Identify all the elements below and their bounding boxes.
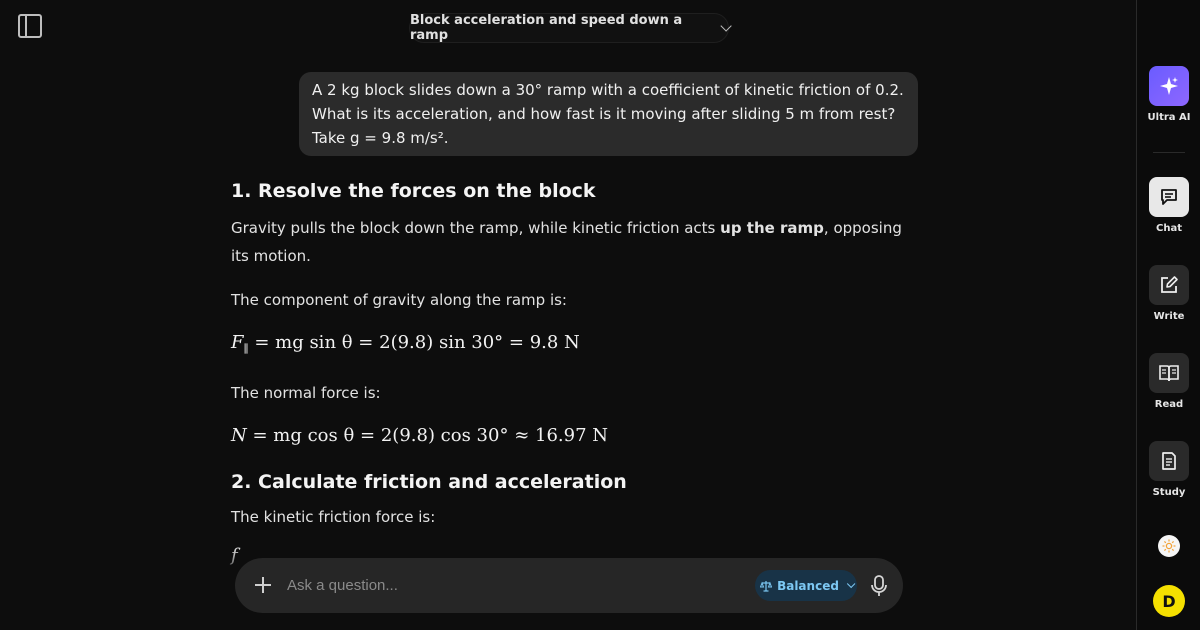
mode-chevron-icon: [846, 579, 856, 588]
user-message-text: A 2 kg block slides down a 30° ramp with…: [312, 81, 904, 147]
answer-paragraph-1: Gravity pulls the block down the ramp, w…: [231, 214, 911, 270]
sparkle-icon: [1149, 66, 1189, 106]
eq1-lhs: F: [231, 332, 244, 353]
rail-divider: [1153, 152, 1185, 153]
add-attachment-icon[interactable]: [253, 575, 273, 595]
eq2-rhs: = mg cos θ = 2(9.8) cos 30° ≈ 16.97 N: [252, 424, 608, 446]
document-icon: [1149, 441, 1189, 481]
rail-label-ultra-ai: Ultra AI: [1147, 112, 1191, 123]
answer-heading-2: 2. Calculate friction and acceleration: [231, 470, 627, 493]
p1-text-bold: up the ramp: [720, 219, 824, 237]
rail-item-ultra-ai[interactable]: Ultra AI: [1147, 66, 1191, 123]
eq2-lhs: N: [231, 424, 247, 446]
mode-selector-button[interactable]: Balanced: [755, 570, 857, 601]
composer-bar: Balanced: [235, 558, 903, 613]
avatar-initial: D: [1162, 591, 1176, 611]
edit-icon: [1149, 265, 1189, 305]
chat-bubble-icon: [1149, 177, 1189, 217]
answer-paragraph-2: The component of gravity along the ramp …: [231, 291, 567, 309]
rail-label-read: Read: [1154, 399, 1184, 410]
rail-item-read[interactable]: Read: [1149, 353, 1189, 410]
user-avatar[interactable]: D: [1153, 585, 1185, 617]
ask-question-input[interactable]: [287, 572, 727, 598]
equation-parallel-force: F∥ = mg sin θ = 2(9.8) sin 30° = 9.8 N: [231, 328, 911, 365]
balance-scale-icon: [760, 580, 773, 592]
mode-label: Balanced: [777, 578, 839, 593]
microphone-icon[interactable]: [869, 574, 889, 598]
rail-item-study[interactable]: Study: [1149, 441, 1189, 498]
rail-label-write: Write: [1153, 311, 1185, 322]
rail-item-write[interactable]: Write: [1149, 265, 1189, 322]
rail-label-chat: Chat: [1156, 223, 1182, 234]
theme-toggle-sun-icon[interactable]: [1158, 535, 1180, 557]
assistant-answer: 1. Resolve the forces on the block Gravi…: [231, 174, 911, 571]
rail-label-study: Study: [1152, 487, 1186, 498]
rail-item-chat[interactable]: Chat: [1149, 177, 1189, 234]
eq1-subscript: ∥: [243, 342, 249, 356]
eq1-rhs: = mg sin θ = 2(9.8) sin 30° = 9.8 N: [254, 332, 580, 353]
answer-paragraph-3: The normal force is:: [231, 383, 381, 402]
answer-heading-1: 1. Resolve the forces on the block: [231, 180, 596, 202]
answer-paragraph-4: The kinetic friction force is:: [231, 507, 436, 526]
book-icon: [1149, 353, 1189, 393]
user-message-bubble: A 2 kg block slides down a 30° ramp with…: [299, 72, 918, 156]
p1-text-start: Gravity pulls the block down the ramp, w…: [231, 219, 721, 237]
equation-normal-force: N = mg cos θ = 2(9.8) cos 30° ≈ 16.97 N: [231, 421, 911, 451]
app-root: Block acceleration and speed down a ramp…: [0, 0, 1200, 630]
chat-area: A 2 kg block slides down a 30° ramp with…: [0, 0, 1136, 630]
